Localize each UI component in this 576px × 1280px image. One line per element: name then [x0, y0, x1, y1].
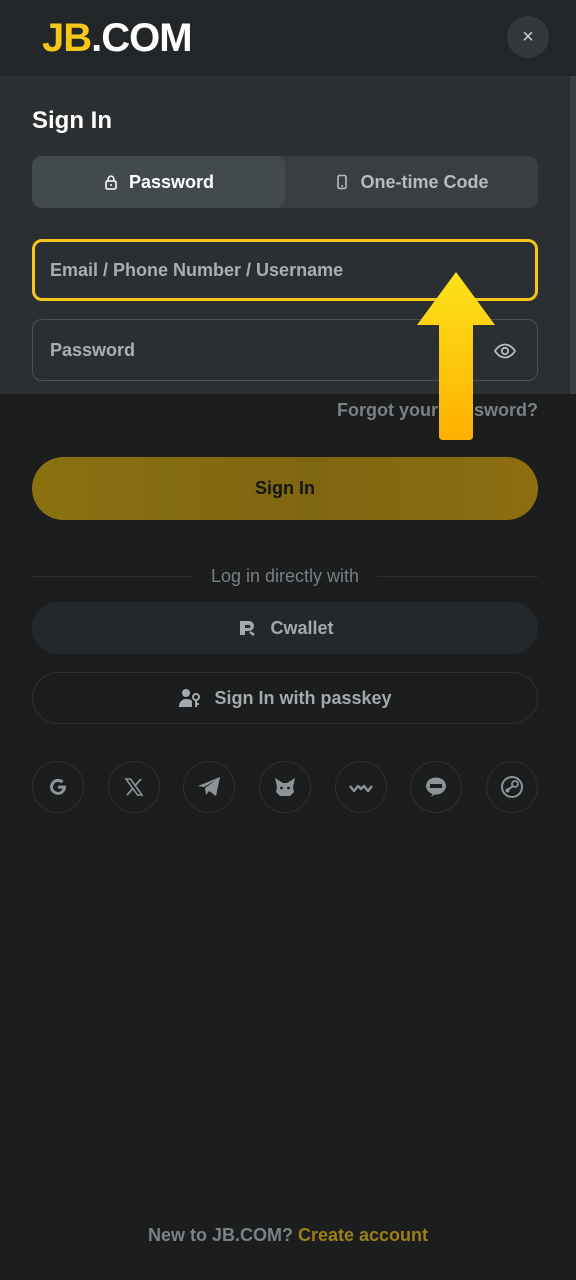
logo: JB.COM [42, 16, 193, 61]
logo-main: JB [42, 16, 92, 60]
x-icon [124, 778, 144, 796]
tab-password[interactable]: Password [32, 156, 285, 208]
line-icon [426, 777, 447, 797]
passkey-button[interactable]: Sign In with passkey [32, 672, 538, 724]
passkey-icon [179, 689, 201, 707]
google-login-button[interactable] [32, 761, 84, 813]
metamask-icon [274, 778, 295, 796]
telegram-login-button[interactable] [183, 761, 236, 813]
steam-icon [500, 776, 523, 798]
lock-icon [105, 175, 117, 190]
social-login-row [32, 761, 538, 813]
cwallet-button[interactable]: Cwallet [32, 602, 538, 654]
walletconnect-login-button[interactable] [334, 761, 387, 813]
cwallet-icon [240, 621, 256, 636]
logo-suffix: .COM [91, 16, 192, 60]
password-input[interactable] [50, 339, 470, 361]
line-login-button[interactable] [410, 761, 463, 813]
tab-password-label: Password [128, 171, 215, 192]
google-icon [50, 778, 66, 795]
steam-login-button[interactable] [485, 761, 538, 813]
cwallet-label: Cwallet [270, 617, 334, 638]
tab-one-time-code[interactable]: One-time Code [285, 156, 538, 208]
x-login-button[interactable] [107, 761, 160, 813]
signup-prompt: New to JB.COM? [147, 1225, 293, 1245]
divider-line [377, 575, 539, 577]
dimmed-overlay [0, 394, 576, 1280]
passkey-label: Sign In with passkey [214, 687, 392, 708]
walletconnect-icon [348, 784, 373, 793]
divider-line [32, 575, 193, 577]
scrollbar[interactable] [570, 76, 576, 394]
close-button[interactable]: × [507, 16, 549, 58]
alt-login-divider: Log in directly with [32, 565, 539, 587]
identifier-input[interactable] [50, 259, 470, 281]
divider-label: Log in directly with [210, 565, 360, 586]
login-method-tabs: Password One-time Code [32, 156, 538, 208]
sign-in-button[interactable]: Sign In [32, 457, 538, 520]
phone-icon [337, 174, 348, 190]
page-title: Sign In [32, 107, 112, 134]
arrow-up-icon [417, 272, 495, 440]
footer: New to JB.COM? Create account [0, 1225, 576, 1246]
top-bar: JB.COM × [0, 0, 576, 76]
create-account-link[interactable]: Create account [298, 1225, 428, 1245]
telegram-icon [198, 777, 221, 796]
close-icon: × [522, 25, 534, 48]
tab-one-time-code-label: One-time Code [360, 171, 489, 192]
metamask-login-button[interactable] [258, 761, 311, 813]
